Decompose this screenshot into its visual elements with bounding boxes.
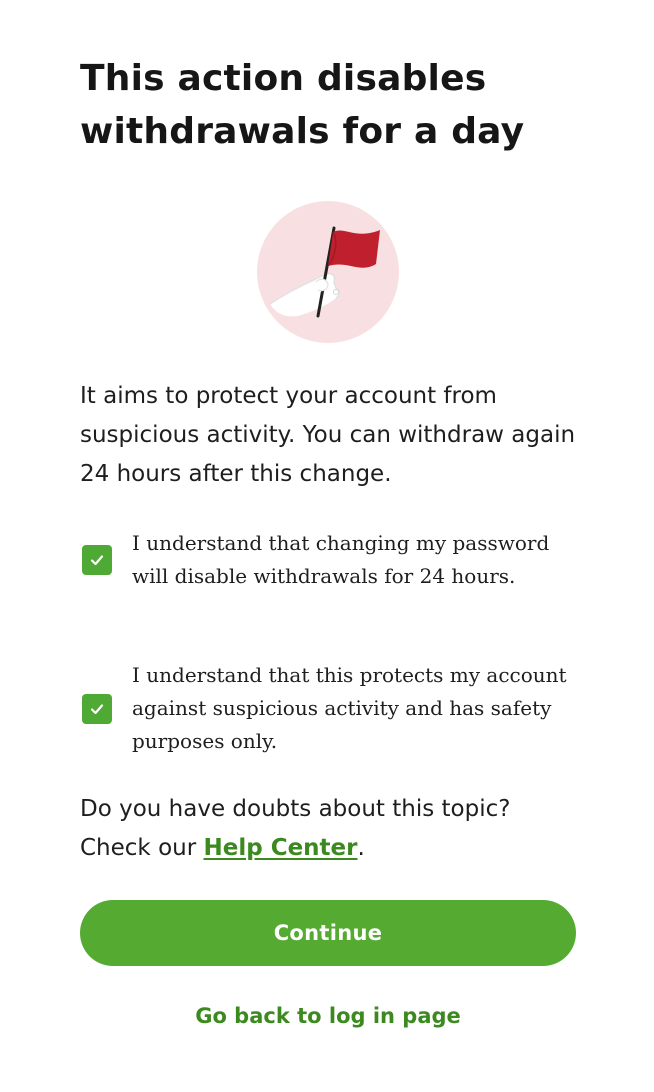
checkbox-row-password[interactable]: I understand that changing my password w… xyxy=(80,527,580,593)
checkbox-label: I understand that this protects my accou… xyxy=(132,663,567,753)
checkbox-label: I understand that changing my password w… xyxy=(132,531,550,588)
help-suffix: . xyxy=(357,835,365,861)
checkbox-checked-icon[interactable] xyxy=(82,545,112,575)
continue-button[interactable]: Continue xyxy=(80,900,576,966)
checkbox-checked-icon[interactable] xyxy=(82,693,112,724)
page-title: This action disables withdrawals for a d… xyxy=(80,58,525,152)
help-text: Do you have doubts about this topic? Che… xyxy=(80,790,580,868)
back-to-login-link[interactable]: Go back to log in page xyxy=(80,998,576,1034)
checkbox-row-safety[interactable]: I understand that this protects my accou… xyxy=(80,659,580,758)
help-question: Do you have doubts about this topic? xyxy=(80,796,511,822)
red-flag-illustration-icon xyxy=(256,200,400,344)
help-center-link[interactable]: Help Center xyxy=(203,835,357,861)
intro-text: It aims to protect your account from sus… xyxy=(80,383,576,487)
help-prefix: Check our xyxy=(80,835,204,861)
